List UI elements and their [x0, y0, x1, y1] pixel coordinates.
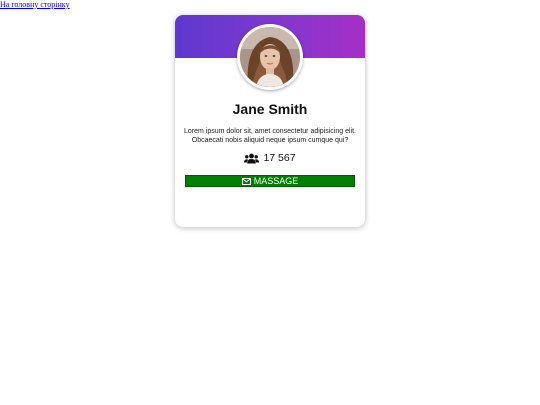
users-icon	[244, 153, 260, 164]
envelope-icon	[241, 177, 251, 185]
avatar-frame	[237, 24, 303, 90]
avatar-photo	[240, 27, 300, 87]
message-button-label: MASSAGE	[253, 176, 299, 186]
followers-count-row: 17 567	[175, 152, 365, 164]
followers-count: 17 567	[263, 152, 296, 164]
profile-description: Lorem ipsum dolor sit, amet consectetur …	[184, 128, 356, 144]
profile-name: Jane Smith	[232, 101, 308, 117]
message-button[interactable]: MASSAGE	[185, 175, 355, 187]
avatar	[240, 27, 300, 87]
home-page-link[interactable]: На головну сторінку	[0, 0, 70, 9]
profile-card: Jane Smith Lorem ipsum dolor sit, amet c…	[175, 15, 365, 227]
